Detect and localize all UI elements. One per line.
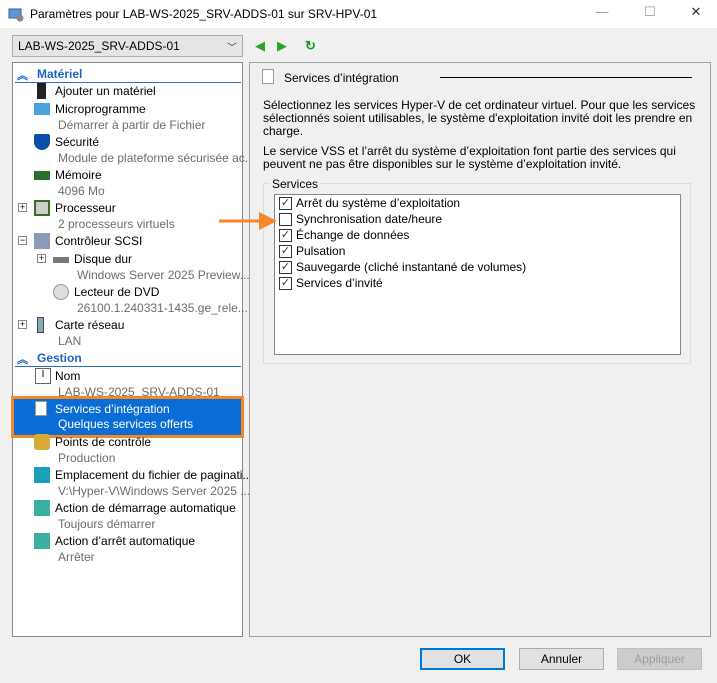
category-management[interactable]: ︽ Gestion: [15, 350, 241, 367]
title-bar: Paramètres pour LAB-WS-2025_SRV-ADDS-01 …: [0, 0, 717, 28]
auto-start-icon: [34, 500, 50, 516]
minimize-button[interactable]: —: [592, 4, 612, 22]
services-list[interactable]: ✓ Arrêt du système d’exploitation Synchro…: [274, 194, 681, 355]
section-divider: [440, 77, 692, 78]
collapse-icon: ︽: [17, 354, 28, 366]
checkbox[interactable]: ✓: [279, 261, 292, 274]
category-hardware[interactable]: ︽ Matériel: [15, 66, 241, 83]
description-text: Sélectionnez les services Hyper-V de cet…: [263, 98, 696, 138]
window-title: Paramètres pour LAB-WS-2025_SRV-ADDS-01 …: [30, 7, 378, 21]
cancel-button[interactable]: Annuler: [519, 648, 604, 670]
network-adapter-icon: [37, 317, 44, 333]
scsi-controller-icon: [34, 233, 50, 249]
checkbox[interactable]: [279, 213, 292, 226]
vm-select-value: LAB-WS-2025_SRV-ADDS-01: [18, 39, 180, 53]
annotation-arrow-icon: [219, 212, 277, 230]
name-icon: I: [35, 368, 51, 384]
apply-button[interactable]: Appliquer: [617, 648, 702, 670]
add-hardware-icon: [37, 83, 46, 99]
dvd-icon: [53, 284, 69, 300]
integration-services-icon: [35, 401, 47, 416]
checkpoint-icon: [34, 434, 50, 450]
checkbox[interactable]: ✓: [279, 197, 292, 210]
expand-icon[interactable]: +: [18, 203, 27, 212]
memory-icon: [34, 171, 50, 180]
hard-disk-icon: [53, 257, 69, 263]
checkbox[interactable]: ✓: [279, 229, 292, 242]
shield-icon: [34, 134, 50, 150]
vm-select[interactable]: LAB-WS-2025_SRV-ADDS-01 ﹀: [12, 35, 243, 57]
checkbox[interactable]: ✓: [279, 277, 292, 290]
processor-icon: [34, 200, 50, 216]
services-group-label: Services: [270, 177, 321, 191]
vss-note-text: Le service VSS et l’arrêt du système d’e…: [263, 144, 676, 171]
refresh-icon[interactable]: ↻: [305, 38, 316, 54]
firmware-icon: [34, 103, 50, 115]
checkbox[interactable]: ✓: [279, 245, 292, 258]
vm-settings-icon: [8, 8, 24, 22]
integration-services-icon: [262, 69, 274, 84]
maximize-button[interactable]: ☐: [640, 4, 660, 22]
previous-icon[interactable]: ◀: [255, 38, 265, 54]
close-button[interactable]: ✕: [686, 4, 706, 22]
settings-tree[interactable]: ︽ Matériel Ajouter un matériel Microprogr…: [11, 62, 255, 637]
auto-stop-icon: [34, 533, 50, 549]
paging-file-icon: [34, 467, 50, 483]
collapse-icon: ︽: [17, 70, 28, 82]
ok-button[interactable]: OK: [420, 648, 505, 670]
expand-icon[interactable]: +: [18, 320, 27, 329]
settings-pane: Services d’intégration Sélectionnez les …: [249, 62, 711, 637]
tree-item-integration-services-selected[interactable]: Services d’intégration Quelques services…: [11, 396, 244, 438]
expand-icon[interactable]: +: [37, 254, 46, 263]
chevron-down-icon: ﹀: [227, 43, 237, 54]
collapse-icon[interactable]: −: [18, 236, 27, 245]
next-icon[interactable]: ▶: [277, 38, 287, 54]
section-title: Services d’intégration: [284, 71, 399, 85]
